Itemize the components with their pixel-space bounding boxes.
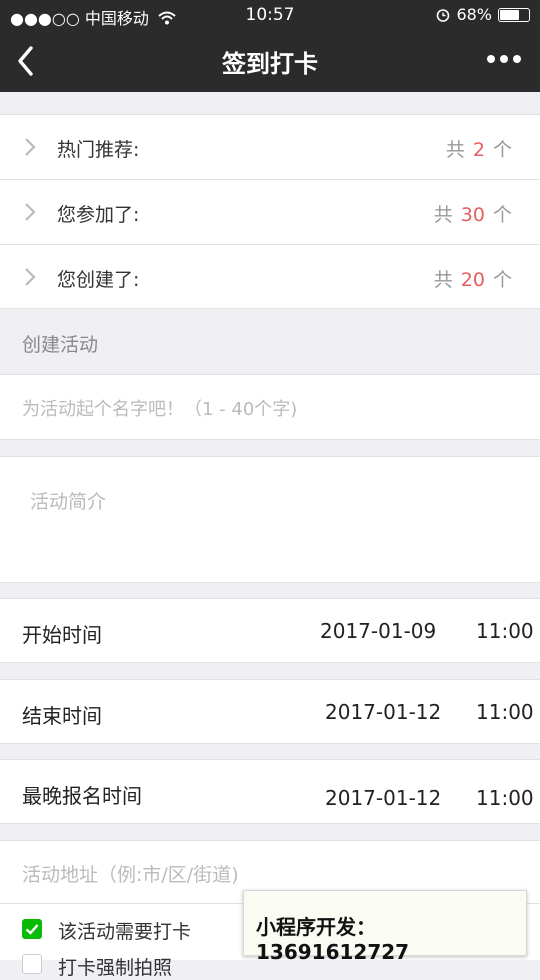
start-time-row[interactable]: 开始时间 2017-01-09 11:00 <box>0 598 540 663</box>
page-title: 签到打卡 <box>222 50 318 78</box>
chevron-right-icon <box>25 268 36 286</box>
summary-label: 您创建了: <box>57 269 140 291</box>
more-icon[interactable] <box>486 52 522 66</box>
need-checkin-checkbox[interactable] <box>22 919 42 939</box>
end-time-value[interactable]: 11:00 <box>476 700 534 724</box>
chevron-right-icon <box>25 203 36 221</box>
deadline-label: 最晚报名时间 <box>22 784 142 808</box>
photo-checkbox[interactable] <box>22 954 42 974</box>
battery-fill <box>500 9 519 20</box>
battery-icon <box>498 7 530 22</box>
end-time-row[interactable]: 结束时间 2017-01-12 11:00 <box>0 679 540 744</box>
summary-count: 共 30 个 <box>433 204 512 226</box>
section-title-create: 创建活动 <box>22 334 99 356</box>
summary-row-joined[interactable]: 您参加了: 共 30 个 <box>0 180 540 244</box>
activity-intro-field[interactable]: 活动简介 <box>0 456 540 583</box>
need-checkin-label: 该活动需要打卡 <box>58 921 192 943</box>
activity-intro-placeholder: 活动简介 <box>30 491 107 513</box>
activity-name-field[interactable]: 为活动起个名字吧！（1 - 40个字) <box>0 374 540 440</box>
photo-label: 打卡强制拍照 <box>58 957 173 979</box>
end-time-label: 结束时间 <box>22 704 102 728</box>
summary-label: 您参加了: <box>57 204 140 226</box>
address-placeholder: 活动地址（例:市/区/街道) <box>22 864 239 886</box>
toast-text: 小程序开发：13691612727 <box>256 915 410 964</box>
alarm-icon <box>437 8 450 22</box>
deadline-row[interactable]: 最晚报名时间 2017-01-12 11:00 <box>0 759 540 824</box>
status-right: 68% <box>436 5 530 24</box>
checkmark-icon <box>25 924 39 935</box>
end-date-value[interactable]: 2017-01-12 <box>325 700 441 724</box>
start-date-value[interactable]: 2017-01-09 <box>320 619 436 643</box>
nav-bar: 签到打卡 <box>0 30 540 92</box>
start-time-label: 开始时间 <box>22 623 102 647</box>
activity-name-placeholder: 为活动起个名字吧！（1 - 40个字) <box>22 399 298 420</box>
summary-count: 共 20 个 <box>433 269 512 291</box>
summary-count: 共2个 <box>445 139 512 161</box>
deadline-date-value[interactable]: 2017-01-12 <box>325 786 441 810</box>
summary-row-hot[interactable]: 热门推荐: 共2个 <box>0 115 540 179</box>
status-bar: ●●●○○ 中国移动 10:57 68% <box>0 0 540 30</box>
battery-percent: 68% <box>456 5 492 24</box>
summary-row-created[interactable]: 您创建了: 共 20 个 <box>0 245 540 309</box>
summary-list: 热门推荐: 共2个 您参加了: 共 30 个 您创建了: 共 20 个 <box>0 114 540 309</box>
start-time-value[interactable]: 11:00 <box>476 619 534 643</box>
chevron-right-icon <box>25 138 36 156</box>
deadline-time-value[interactable]: 11:00 <box>476 786 534 810</box>
contact-toast: 小程序开发：13691612727 <box>243 890 527 964</box>
summary-label: 热门推荐: <box>57 139 140 161</box>
